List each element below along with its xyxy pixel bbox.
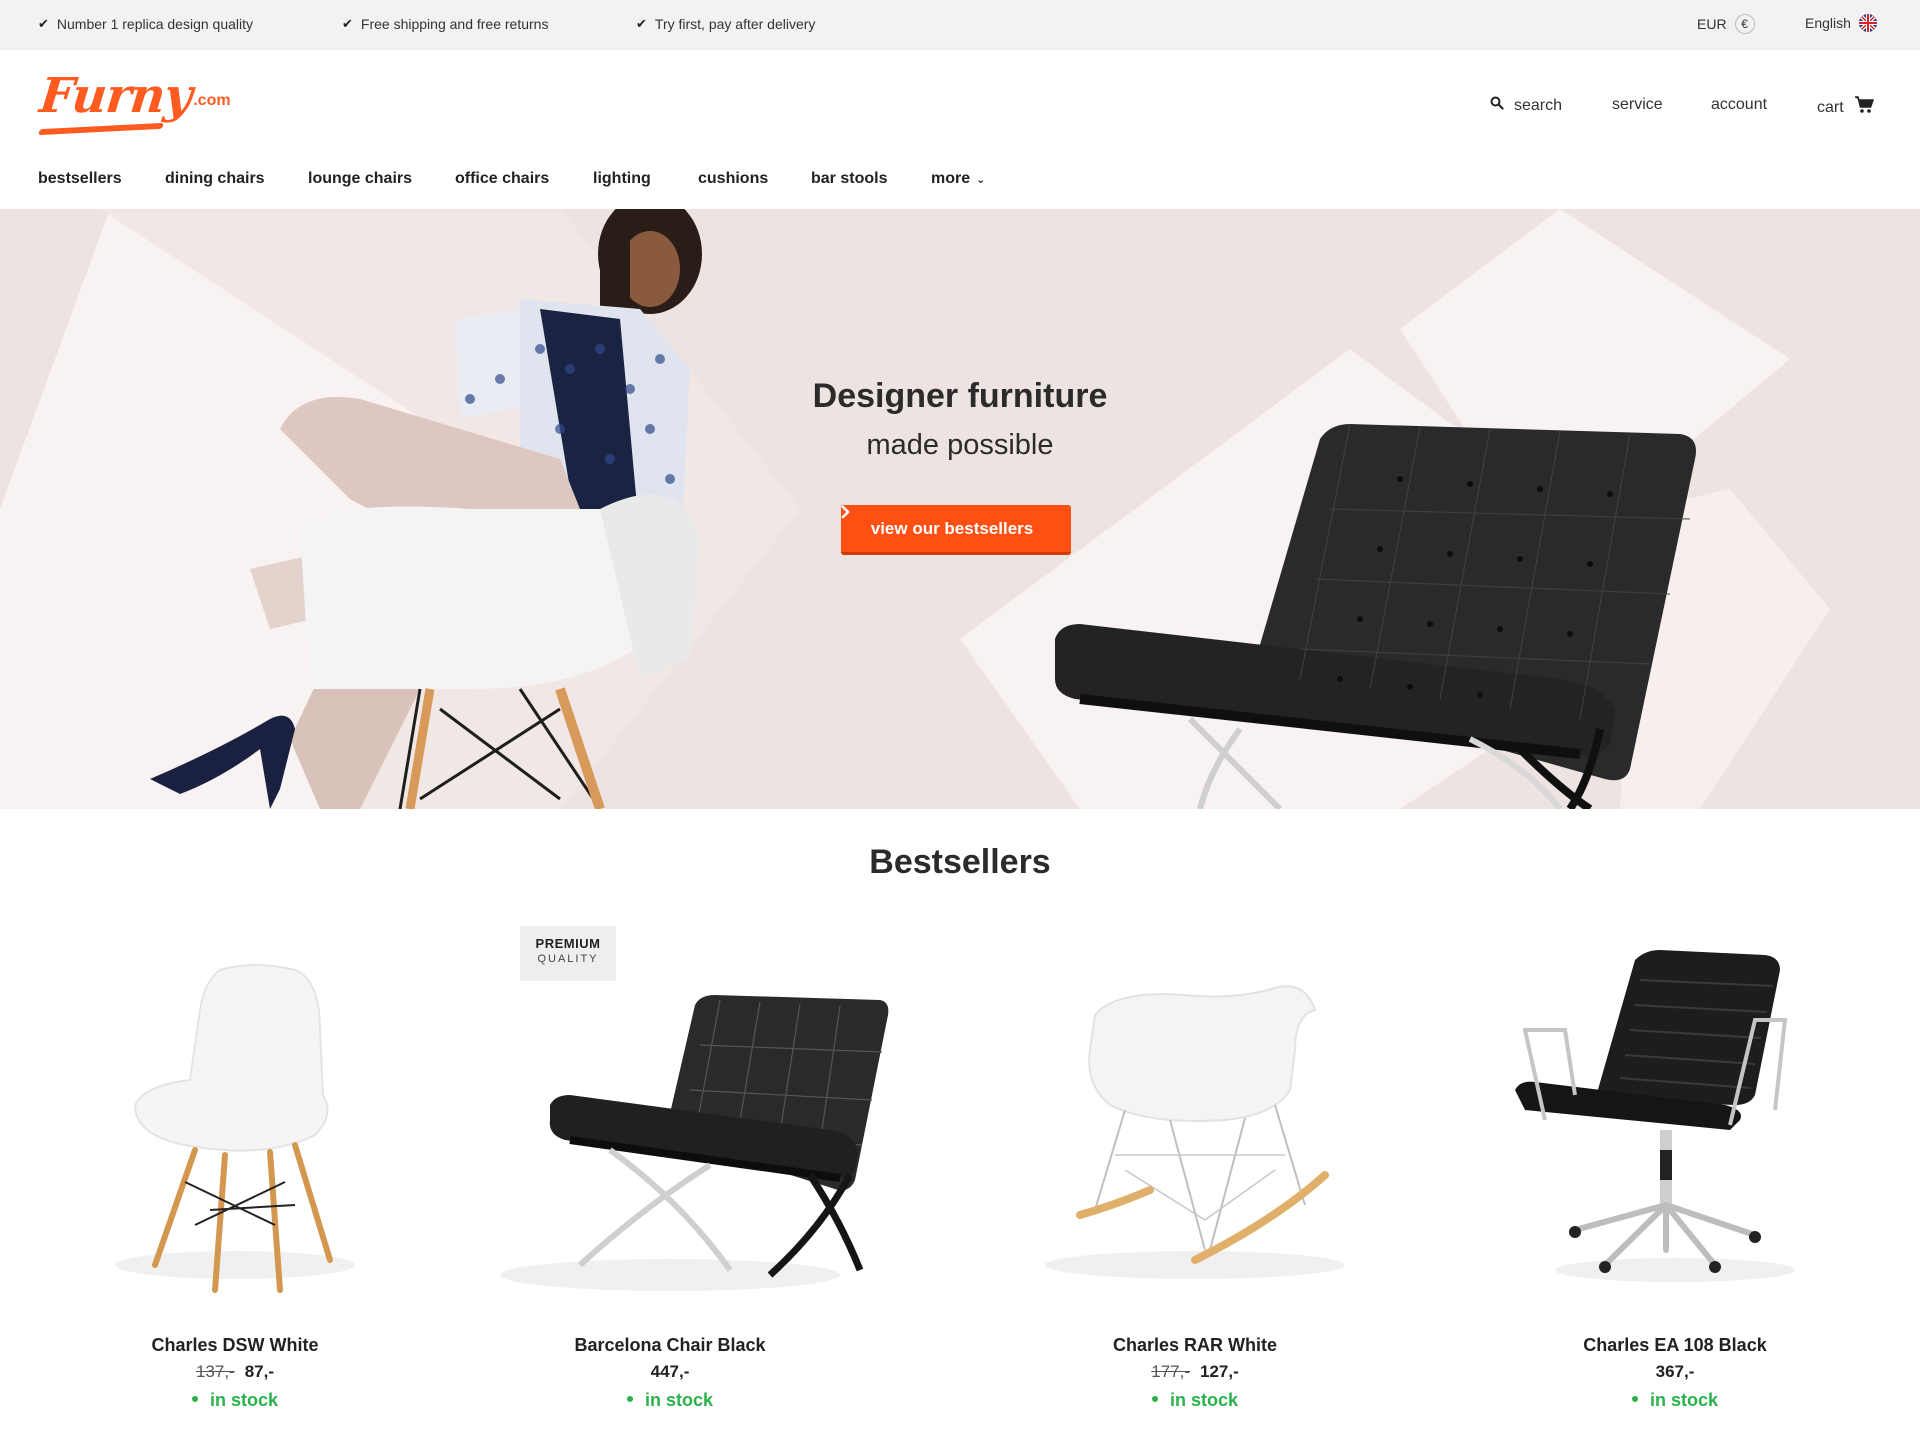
old-price: 177,- — [1151, 1362, 1190, 1381]
cart-link[interactable]: cart — [1817, 96, 1874, 119]
product-card[interactable]: Charles DSW White 137,- 87,- in stock — [15, 920, 455, 1420]
logo-swoosh — [37, 122, 165, 136]
stock-label: in stock — [1649, 1390, 1719, 1410]
cart-icon — [1854, 96, 1874, 119]
product-price: 177,- 127,- — [975, 1362, 1415, 1382]
usp-text: Number 1 replica design quality — [56, 16, 254, 32]
nav-item-bar-stools[interactable]: bar stools — [811, 170, 887, 188]
in-stock-dot-icon — [1631, 1396, 1638, 1403]
account-link[interactable]: account — [1711, 96, 1767, 114]
usp-text: Try first, pay after delivery — [654, 16, 816, 32]
logo-wordmark: Furny — [37, 68, 195, 124]
nav-item-lighting[interactable]: lighting — [593, 170, 651, 188]
search-label: search — [1514, 96, 1563, 114]
nav-item-bestsellers[interactable]: bestsellers — [38, 170, 122, 188]
product-price: 137,- 87,- — [15, 1362, 455, 1382]
main-nav: bestsellers dining chairs lounge chairs … — [0, 170, 1920, 210]
current-price: 127,- — [1200, 1362, 1239, 1381]
product-card[interactable]: PREMIUM QUALITY Barcelona Chair Black 44… — [450, 920, 890, 1420]
uk-flag-icon — [1858, 14, 1877, 32]
premium-quality-badge: PREMIUM QUALITY — [520, 926, 616, 981]
nav-more-label: more — [931, 170, 971, 187]
language-label: English — [1805, 15, 1851, 31]
currency-label: EUR — [1697, 16, 1727, 32]
in-stock-dot-icon — [1151, 1396, 1158, 1403]
service-label: service — [1612, 96, 1663, 113]
search-icon — [1490, 96, 1504, 115]
product-price: 447,- — [450, 1362, 890, 1382]
chevron-down-icon: ⌄ — [976, 174, 986, 186]
account-label: account — [1711, 96, 1768, 113]
stock-status: in stock — [15, 1390, 455, 1411]
badge-line-1: PREMIUM — [535, 936, 601, 951]
in-stock-dot-icon — [626, 1396, 633, 1403]
product-image-ea108-black — [1515, 950, 1795, 1282]
logo-suffix: .com — [193, 92, 231, 109]
usp-item: ✔ Try first, pay after delivery — [636, 16, 815, 32]
view-bestsellers-button[interactable]: view our bestsellers — [841, 505, 1071, 555]
product-name: Charles RAR White — [1112, 1335, 1278, 1355]
product-price: 367,- — [1455, 1362, 1895, 1382]
stock-label: in stock — [209, 1390, 279, 1410]
service-link[interactable]: service — [1612, 96, 1663, 114]
nav-item-office-chairs[interactable]: office chairs — [455, 170, 549, 188]
hero-banner: Designer furniture made possible view ou… — [0, 209, 1920, 809]
product-image-barcelona-black — [500, 995, 889, 1291]
language-selector[interactable]: English — [1805, 14, 1877, 32]
stock-label: in stock — [1169, 1390, 1239, 1410]
product-card[interactable]: Charles EA 108 Black 367,- in stock — [1455, 920, 1895, 1420]
nav-item-more[interactable]: more ⌄ — [931, 170, 985, 188]
product-name: Barcelona Chair Black — [574, 1335, 766, 1355]
usp-bar: ✔ Number 1 replica design quality ✔ Free… — [0, 0, 1920, 50]
product-image-dsw-white — [115, 964, 355, 1293]
nav-item-cushions[interactable]: cushions — [698, 170, 768, 188]
old-price: 137,- — [195, 1362, 235, 1381]
stock-status: in stock — [1455, 1390, 1895, 1411]
euro-icon: € — [1734, 14, 1755, 34]
hero-button-label: view our bestsellers — [870, 518, 1034, 538]
hero-subtitle: made possible — [866, 429, 1054, 461]
checkmark-icon: ✔ — [636, 16, 647, 31]
current-price: 367,- — [1655, 1362, 1695, 1381]
product-card[interactable]: Charles RAR White 177,- 127,- in stock — [975, 920, 1415, 1420]
badge-line-2: QUALITY — [537, 953, 599, 965]
current-price: 87,- — [244, 1362, 275, 1381]
cart-label: cart — [1817, 98, 1844, 116]
product-name: Charles EA 108 Black — [1583, 1335, 1767, 1355]
stock-status: in stock — [975, 1390, 1415, 1411]
product-image-rar-white — [1045, 985, 1345, 1279]
current-price: 447,- — [650, 1362, 690, 1381]
currency-selector[interactable]: EUR € — [1697, 14, 1755, 34]
usp-text: Free shipping and free returns — [360, 16, 549, 32]
checkmark-icon: ✔ — [342, 16, 353, 31]
stock-label: in stock — [644, 1390, 714, 1410]
nav-item-dining-chairs[interactable]: dining chairs — [165, 170, 265, 188]
product-name: Charles DSW White — [151, 1335, 319, 1355]
in-stock-dot-icon — [191, 1396, 198, 1403]
usp-item: ✔ Number 1 replica design quality — [38, 16, 253, 32]
checkmark-icon: ✔ — [38, 16, 49, 31]
logo[interactable]: Furny .com — [37, 68, 231, 136]
stock-status: in stock — [450, 1390, 890, 1411]
usp-item: ✔ Free shipping and free returns — [342, 16, 548, 32]
hero-title: Designer furniture — [812, 377, 1108, 415]
bestsellers-heading: Bestsellers — [869, 843, 1051, 881]
nav-item-lounge-chairs[interactable]: lounge chairs — [308, 170, 412, 188]
search-link[interactable]: search — [1490, 96, 1562, 115]
